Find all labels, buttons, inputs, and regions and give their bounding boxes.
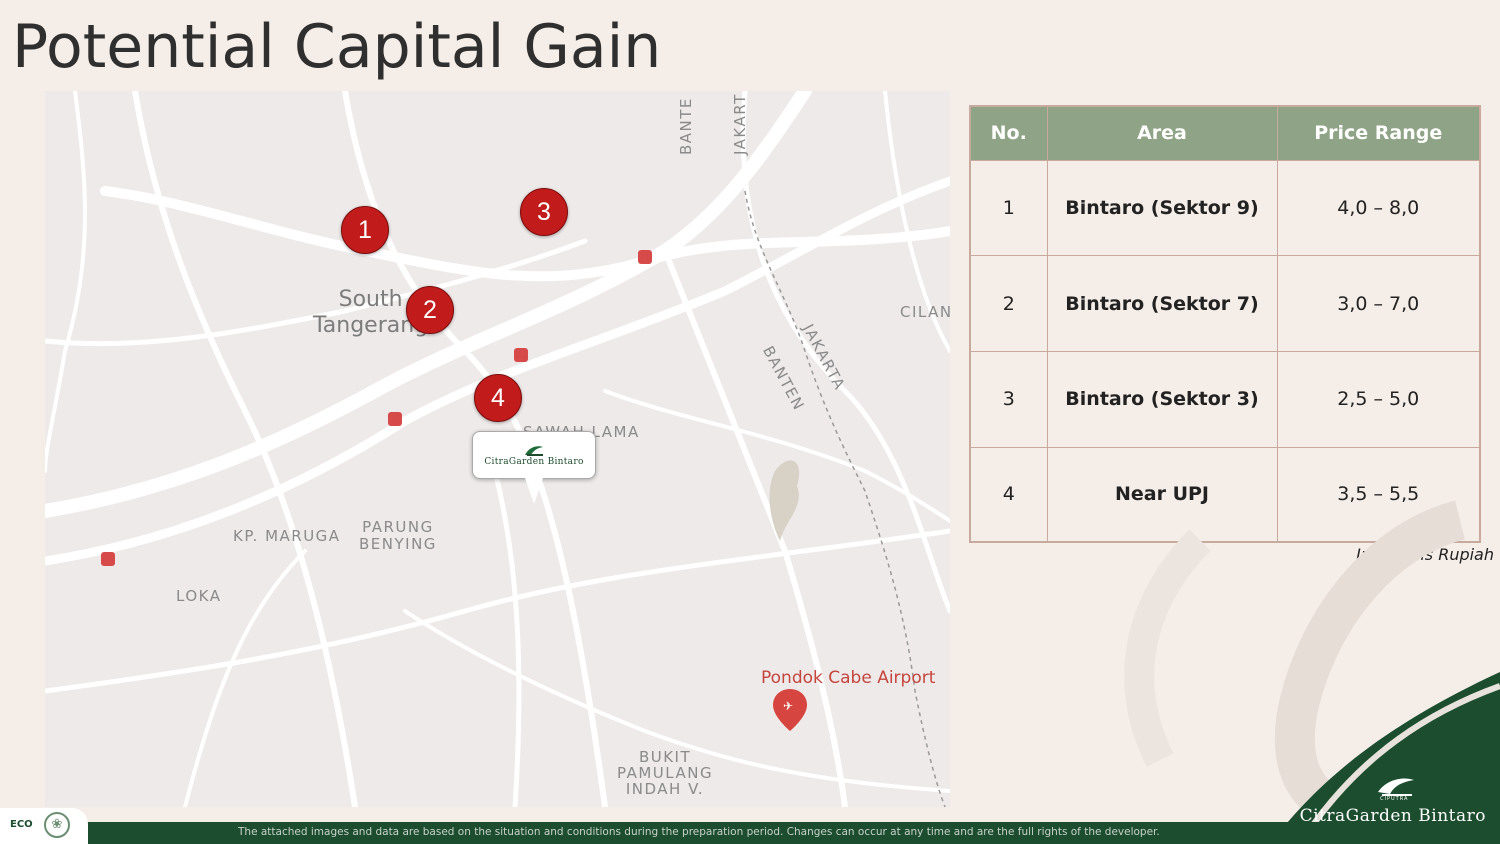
map-marker-3[interactable]: 3: [520, 188, 568, 236]
cell-no: 1: [971, 159, 1048, 256]
label-airport: Pondok Cabe Airport: [761, 668, 936, 688]
svg-text:✈: ✈: [783, 699, 793, 713]
eco-leaf-icon: ❀: [44, 812, 70, 838]
footer-disclaimer: The attached images and data are based o…: [238, 826, 1160, 838]
header-price-range: Price Range: [1277, 107, 1479, 160]
label-parung-benying: PARUNG BENYING: [359, 518, 437, 553]
label-jakarta-top: JAKART: [731, 93, 749, 155]
price-table: No. Area Price Range 1 Bintaro (Sektor 9…: [969, 105, 1481, 543]
eco-label: ECO: [10, 819, 33, 830]
label-banten-top: BANTE: [677, 97, 695, 155]
cell-area: Bintaro (Sektor 7): [1047, 255, 1278, 352]
brand-logo-icon: [525, 446, 543, 456]
cell-price: 4,0 – 8,0: [1277, 159, 1479, 256]
cell-price: 3,0 – 7,0: [1277, 255, 1479, 352]
label-cilan: CILAN: [900, 303, 950, 321]
header-area: Area: [1047, 107, 1278, 160]
cell-area: Bintaro (Sektor 9): [1047, 159, 1278, 256]
map-marker-1[interactable]: 1: [341, 206, 389, 254]
project-callout[interactable]: CitraGarden Bintaro: [472, 431, 596, 479]
table-row: 2 Bintaro (Sektor 7) 3,0 – 7,0: [971, 255, 1479, 352]
table-row: 1 Bintaro (Sektor 9) 4,0 – 8,0: [971, 159, 1479, 256]
map-marker-4[interactable]: 4: [474, 374, 522, 422]
area-map[interactable]: ✈ South Tangerang SAWAH LAMA KP. MARUGA …: [45, 91, 950, 807]
brand-name: CitraGarden Bintaro: [1299, 806, 1486, 826]
label-kp-maruga: KP. MARUGA: [233, 527, 341, 545]
callout-pointer: [525, 478, 543, 504]
label-loka: LOKA: [176, 587, 222, 605]
page-title: Potential Capital Gain: [12, 12, 662, 82]
brand-small-text: CIPUTRA: [1380, 796, 1409, 802]
cell-price: 2,5 – 5,0: [1277, 351, 1479, 448]
map-marker-2[interactable]: 2: [406, 286, 454, 334]
header-no: No.: [971, 107, 1048, 160]
cell-area: Bintaro (Sektor 3): [1047, 351, 1278, 448]
cell-no: 2: [971, 255, 1048, 352]
cell-no: 4: [971, 446, 1048, 541]
cell-no: 3: [971, 351, 1048, 448]
label-bukit-pamulang: BUKIT PAMULANG INDAH V.: [617, 748, 714, 798]
callout-brand-text: CitraGarden Bintaro: [484, 457, 584, 467]
table-row: 3 Bintaro (Sektor 3) 2,5 – 5,0: [971, 351, 1479, 448]
